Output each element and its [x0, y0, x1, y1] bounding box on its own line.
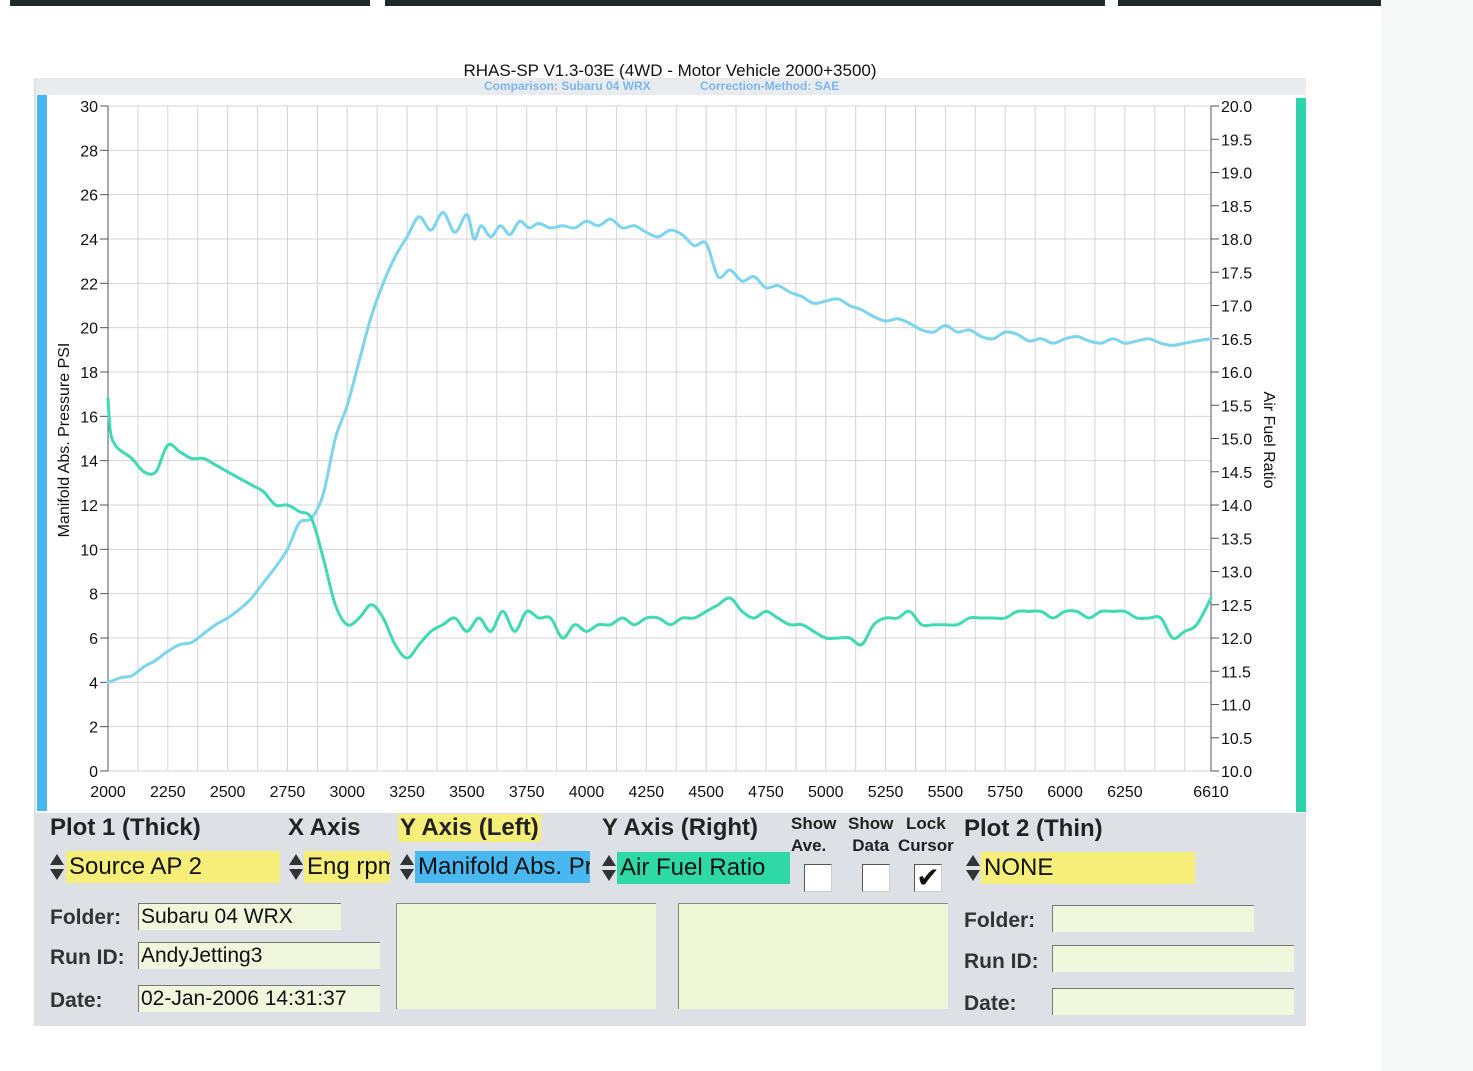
y-right-tick-label: 17.5	[1221, 265, 1252, 282]
lock-cursor-checkbox[interactable]: ✔	[914, 864, 942, 892]
y-right-tick-label: 12.5	[1221, 598, 1252, 615]
plot1-source-spinner-icon[interactable]	[48, 851, 66, 883]
plot1-folder-label: Folder:	[50, 906, 122, 929]
y-left-tick-label: 30	[80, 99, 98, 116]
x-tick-label: 2000	[90, 784, 126, 801]
chart-grid	[107, 105, 1211, 772]
show-data-checkbox[interactable]	[862, 864, 890, 892]
y-left-tick-label: 12	[80, 498, 98, 515]
x-tick-label: 5500	[928, 784, 964, 801]
y-left-tick-label: 8	[89, 587, 98, 604]
y-right-tick-label: 15.0	[1221, 432, 1252, 449]
y-right-tick-label: 19.0	[1221, 166, 1252, 183]
y-axis-right-select[interactable]: Air Fuel Ratio	[617, 852, 790, 884]
y-left-tick-label: 26	[80, 188, 98, 205]
y-left-tick-label: 10	[80, 542, 98, 559]
show-ave-label: Show Ave.	[791, 814, 837, 855]
y-right-tick-label: 11.0	[1221, 698, 1251, 715]
x-tick-label: 3250	[389, 784, 425, 801]
y-right-tick-label: 17.0	[1221, 299, 1252, 316]
plot2-run-id-label: Run ID:	[964, 950, 1039, 973]
y-axis-left-select[interactable]: Manifold Abs. Pressure PSI	[415, 851, 590, 883]
y-right-tick-label: 18.0	[1221, 232, 1252, 249]
plot1-date-label: Date:	[50, 989, 103, 1012]
plot1-run-id-label: Run ID:	[50, 946, 125, 969]
y-left-tick-label: 6	[89, 631, 98, 648]
plot2-heading: Plot 2 (Thin)	[964, 815, 1103, 842]
chart-axes: 02468101214161820222426283010.010.511.01…	[80, 99, 1252, 801]
y-right-tick-label: 13.5	[1221, 531, 1252, 548]
y-right-tick-label: 11.5	[1221, 664, 1251, 681]
y-left-tick-label: 24	[80, 232, 98, 249]
lock-cursor-label: Lock Cursor	[898, 814, 954, 855]
y-left-tick-label: 16	[80, 409, 98, 426]
x-tick-label: 6610	[1193, 784, 1229, 801]
x-tick-label: 2750	[270, 784, 306, 801]
y-right-tick-label: 19.5	[1221, 132, 1252, 149]
dyno-chart[interactable]: 02468101214161820222426283010.010.511.01…	[0, 0, 1473, 820]
y-left-tick-label: 18	[80, 365, 98, 382]
y-right-tick-label: 13.0	[1221, 565, 1252, 582]
x-tick-label: 6250	[1107, 784, 1143, 801]
y-left-tick-label: 2	[89, 720, 98, 737]
y-right-tick-label: 16.0	[1221, 365, 1252, 382]
plot2-run-id-field[interactable]	[1052, 945, 1294, 972]
plot2-source-select[interactable]: NONE	[981, 852, 1195, 884]
x-tick-label: 3750	[509, 784, 545, 801]
y-axis-right-heading: Y Axis (Right)	[602, 814, 759, 841]
y-axis-right-label: Air Fuel Ratio	[1260, 392, 1277, 489]
y-axis-left-label: Manifold Abs. Pressure PSI	[56, 343, 73, 538]
plot1-heading: Plot 1 (Thick)	[50, 814, 201, 841]
plot1-notes-box	[396, 903, 656, 1009]
check-icon: ✔	[916, 862, 940, 893]
y-left-tick-label: 22	[80, 276, 98, 293]
y-right-tick-label: 12.0	[1221, 631, 1252, 648]
y-right-tick-label: 20.0	[1221, 99, 1252, 116]
y-axis-left-heading: Y Axis (Left)	[398, 814, 541, 842]
y-left-tick-label: 0	[89, 764, 98, 781]
y-left-tick-label: 20	[80, 321, 98, 338]
y-right-tick-label: 14.5	[1221, 465, 1252, 482]
show-data-label: Show Data	[848, 814, 894, 855]
x-tick-label: 2250	[150, 784, 186, 801]
plot1-run-id-field[interactable]: AndyJetting3	[138, 942, 380, 969]
plot2-source-spinner-icon[interactable]	[964, 852, 982, 884]
plot2-folder-field[interactable]	[1052, 905, 1254, 932]
x-tick-label: 4500	[688, 784, 724, 801]
y-left-tick-label: 28	[80, 143, 98, 160]
x-axis-select[interactable]: Eng rpm	[304, 851, 390, 883]
plot2-date-label: Date:	[964, 992, 1017, 1015]
y-right-tick-label: 18.5	[1221, 199, 1252, 216]
x-tick-label: 4000	[569, 784, 605, 801]
x-tick-label: 5750	[987, 784, 1023, 801]
plot2-notes-box	[678, 903, 948, 1009]
y-right-tick-label: 14.0	[1221, 498, 1252, 515]
y-left-tick-label: 4	[89, 675, 98, 692]
x-tick-label: 2500	[210, 784, 246, 801]
y-right-tick-label: 10.0	[1221, 764, 1252, 781]
plot1-date-field[interactable]: 02-Jan-2006 14:31:37	[138, 985, 380, 1012]
plot2-date-field[interactable]	[1052, 988, 1294, 1015]
plot1-source-select[interactable]: Source AP 2	[66, 851, 280, 883]
x-tick-label: 4250	[629, 784, 665, 801]
y-left-tick-label: 14	[80, 454, 98, 471]
plot1-folder-field[interactable]: Subaru 04 WRX	[138, 903, 341, 930]
y-axis-left-spinner-icon[interactable]	[398, 851, 416, 883]
y-right-tick-label: 16.5	[1221, 332, 1252, 349]
show-ave-checkbox[interactable]	[804, 864, 832, 892]
y-axis-right-spinner-icon[interactable]	[600, 852, 618, 884]
x-tick-label: 6000	[1047, 784, 1083, 801]
air-fuel-ratio-line	[106, 397, 1213, 660]
x-axis-heading: X Axis	[288, 814, 361, 841]
x-tick-label: 3500	[449, 784, 485, 801]
x-tick-label: 4750	[748, 784, 784, 801]
plot2-folder-label: Folder:	[964, 909, 1036, 932]
x-axis-spinner-icon[interactable]	[287, 851, 305, 883]
x-tick-label: 3000	[329, 784, 365, 801]
y-right-tick-label: 10.5	[1221, 731, 1252, 748]
x-tick-label: 5000	[808, 784, 844, 801]
y-right-tick-label: 15.5	[1221, 398, 1252, 415]
x-tick-label: 5250	[868, 784, 904, 801]
